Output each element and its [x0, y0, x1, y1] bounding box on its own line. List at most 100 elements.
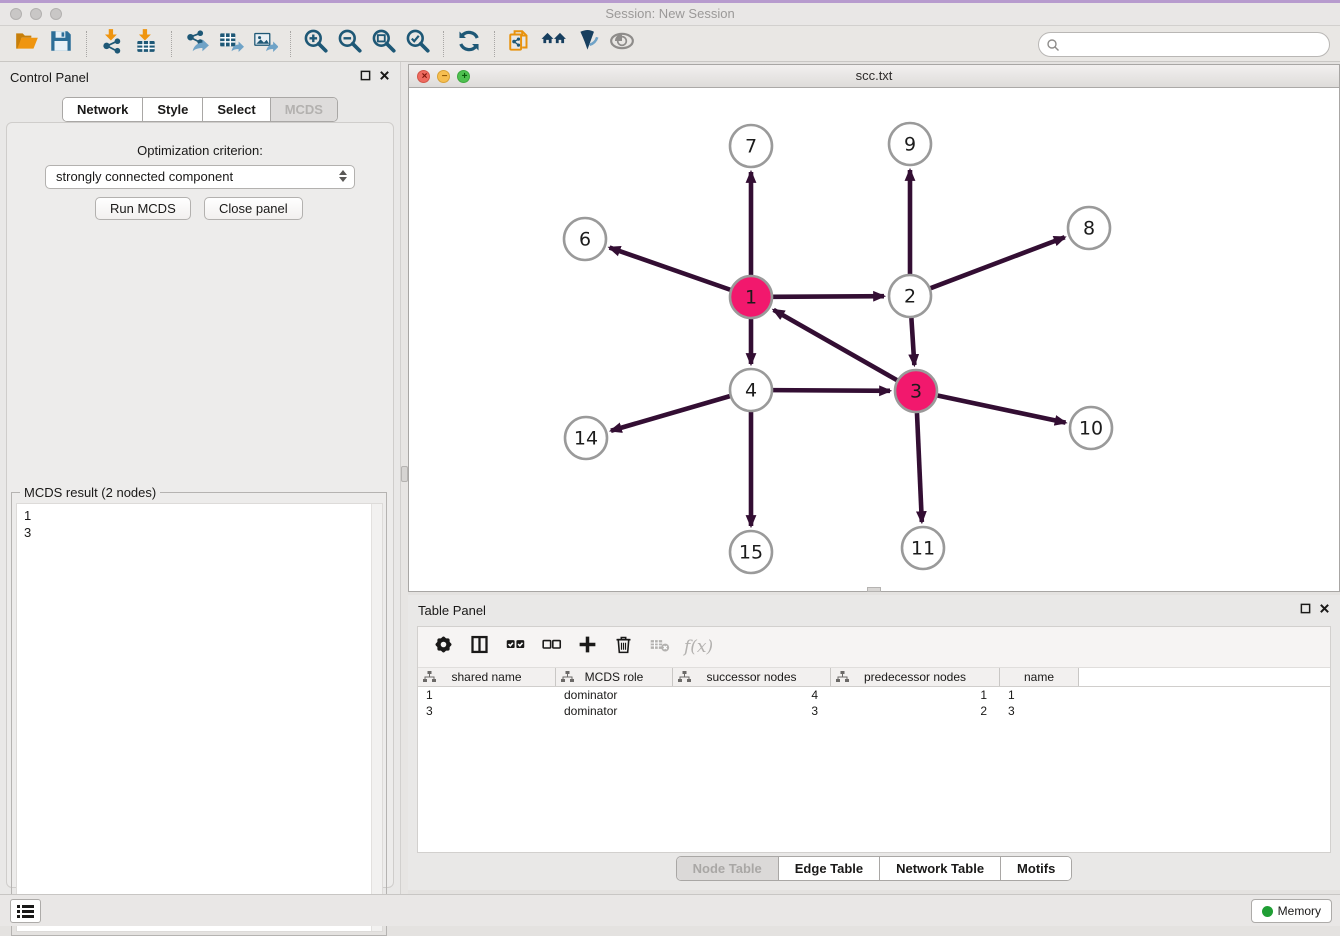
hide-selected-button[interactable] [571, 29, 605, 59]
close-table-panel-icon[interactable] [1319, 603, 1330, 614]
save-session-button[interactable] [44, 29, 78, 59]
deselect-all-button[interactable] [536, 633, 566, 661]
select-all-button[interactable] [500, 633, 530, 661]
zoom-selected-button[interactable] [401, 29, 435, 59]
close-panel-button[interactable]: Close panel [204, 197, 303, 220]
optimization-select[interactable]: strongly connected component [45, 165, 355, 189]
import-network-button[interactable] [95, 29, 129, 59]
network-edge-3-10[interactable] [938, 396, 1066, 423]
maximize-window-button[interactable] [50, 8, 62, 20]
network-maximize-button[interactable]: + [457, 70, 470, 83]
export-image-button[interactable] [248, 29, 282, 59]
network-node-15[interactable]: 15 [730, 531, 772, 573]
export-table-button[interactable] [214, 29, 248, 59]
cell-shared-name[interactable]: 3 [418, 703, 556, 719]
network-node-14[interactable]: 14 [565, 417, 607, 459]
zoom-fit-button[interactable] [367, 29, 401, 59]
network-window: × − + scc.txt 7 9 6 8 1 2 4 3 14 10 15 11 [408, 64, 1340, 592]
panel-splitter[interactable] [400, 62, 408, 894]
column-header-predecessor-nodes[interactable]: predecessor nodes [831, 668, 1000, 686]
import-table-button[interactable] [129, 29, 163, 59]
column-header-mcds-role[interactable]: MCDS role [556, 668, 673, 686]
network-node-10[interactable]: 10 [1070, 407, 1112, 449]
cell-mcds-role[interactable]: dominator [556, 687, 673, 703]
column-header-name[interactable]: name [1000, 668, 1079, 686]
tab-node-table[interactable]: Node Table [677, 857, 779, 880]
network-node-6[interactable]: 6 [564, 218, 606, 260]
cell-name[interactable]: 1 [1000, 687, 1079, 703]
cell-name[interactable]: 3 [1000, 703, 1079, 719]
network-close-button[interactable]: × [417, 70, 430, 83]
network-edge-4-3[interactable] [773, 390, 890, 391]
network-node-4[interactable]: 4 [730, 369, 772, 411]
result-scrollbar[interactable] [371, 504, 382, 931]
float-table-panel-icon[interactable] [1300, 603, 1311, 614]
tab-edge-table[interactable]: Edge Table [779, 857, 880, 880]
cell-successor-nodes[interactable]: 4 [673, 687, 831, 703]
network-canvas[interactable]: 7 9 6 8 1 2 4 3 14 10 15 11 [409, 88, 1339, 591]
network-edge-1-6[interactable] [610, 248, 731, 290]
float-panel-icon[interactable] [360, 70, 371, 81]
add-column-button[interactable] [572, 633, 602, 661]
network-edge-3-11[interactable] [917, 413, 922, 522]
tab-motifs[interactable]: Motifs [1001, 857, 1071, 880]
network-node-8[interactable]: 8 [1068, 207, 1110, 249]
network-edge-4-14[interactable] [611, 396, 730, 431]
task-history-button[interactable] [10, 899, 41, 923]
network-resize-handle[interactable] [867, 587, 881, 592]
tab-mcds[interactable]: MCDS [271, 98, 337, 121]
copy-network-button[interactable] [503, 29, 537, 59]
network-edge-2-3[interactable] [911, 318, 914, 365]
close-window-button[interactable] [10, 8, 22, 20]
cell-predecessor-nodes[interactable]: 2 [831, 703, 1000, 719]
mcds-result-textarea[interactable]: 1 3 [16, 503, 383, 932]
show-all-button[interactable] [605, 29, 639, 59]
run-mcds-button[interactable]: Run MCDS [95, 197, 191, 220]
zoom-in-button[interactable] [299, 29, 333, 59]
table-header-row: shared nameMCDS rolesuccessor nodesprede… [418, 668, 1330, 687]
table-row[interactable]: 1dominator411 [418, 687, 1330, 703]
minimize-window-button[interactable] [30, 8, 42, 20]
tab-network-table[interactable]: Network Table [880, 857, 1001, 880]
network-edge-3-1[interactable] [774, 310, 897, 380]
network-node-3[interactable]: 3 [895, 370, 937, 412]
network-node-11[interactable]: 11 [902, 527, 944, 569]
delete-table-button [644, 633, 674, 661]
table-settings-button[interactable] [428, 633, 458, 661]
cell-shared-name[interactable]: 1 [418, 687, 556, 703]
first-neighbors-button[interactable] [537, 29, 571, 59]
zoom-out-icon [337, 28, 363, 59]
search-box[interactable] [1038, 32, 1330, 57]
network-window-title: scc.txt [409, 65, 1339, 87]
node-label: 9 [904, 134, 916, 156]
export-network-button[interactable] [180, 29, 214, 59]
cell-successor-nodes[interactable]: 3 [673, 703, 831, 719]
network-edge-1-2[interactable] [773, 296, 884, 297]
network-edge-2-8[interactable] [931, 237, 1065, 288]
column-header-successor-nodes[interactable]: successor nodes [673, 668, 831, 686]
toolbar-separator [171, 31, 172, 57]
show-columns-button[interactable] [464, 633, 494, 661]
network-node-2[interactable]: 2 [889, 275, 931, 317]
node-label: 1 [745, 287, 757, 309]
splitter-handle[interactable] [401, 466, 408, 482]
network-node-9[interactable]: 9 [889, 123, 931, 165]
refresh-view-button[interactable] [452, 29, 486, 59]
close-panel-icon[interactable] [379, 70, 390, 81]
column-header-shared-name[interactable]: shared name [418, 668, 556, 686]
delete-columns-button[interactable] [608, 633, 638, 661]
memory-button[interactable]: Memory [1251, 899, 1332, 923]
network-minimize-button[interactable]: − [437, 70, 450, 83]
table-row[interactable]: 3dominator323 [418, 703, 1330, 719]
network-node-7[interactable]: 7 [730, 125, 772, 167]
optimization-label: Optimization criterion: [7, 143, 393, 158]
cell-mcds-role[interactable]: dominator [556, 703, 673, 719]
search-input[interactable] [1060, 35, 1329, 55]
cell-predecessor-nodes[interactable]: 1 [831, 687, 1000, 703]
tab-network[interactable]: Network [63, 98, 143, 121]
tab-style[interactable]: Style [143, 98, 203, 121]
open-session-button[interactable] [10, 29, 44, 59]
zoom-out-button[interactable] [333, 29, 367, 59]
network-node-1[interactable]: 1 [730, 276, 772, 318]
tab-select[interactable]: Select [203, 98, 270, 121]
